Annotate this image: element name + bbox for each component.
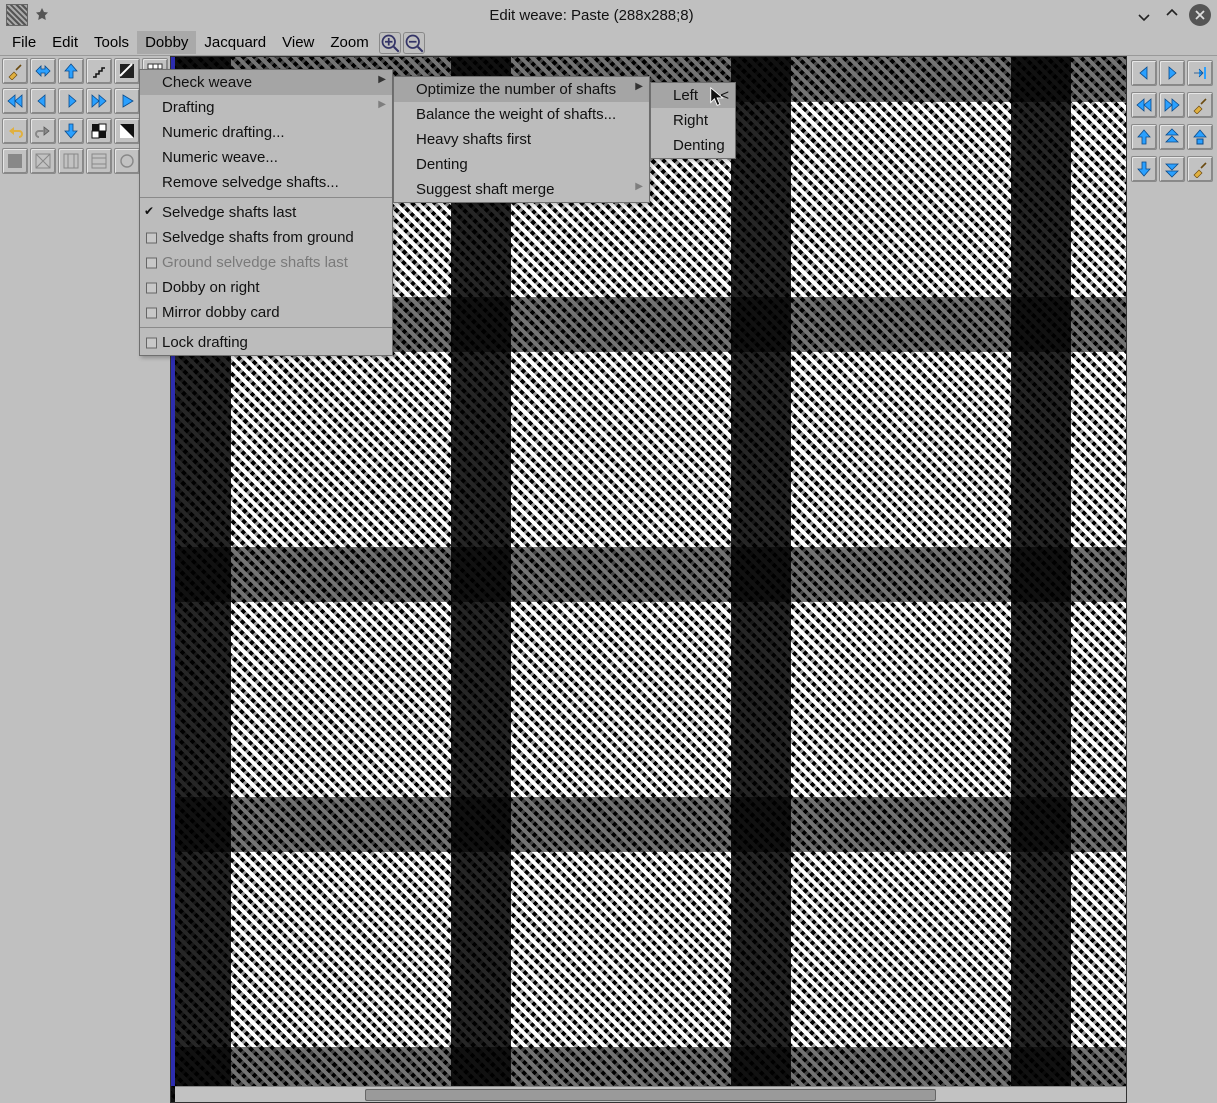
rtool-down[interactable] bbox=[1131, 156, 1157, 182]
dobby-sep-1 bbox=[140, 197, 392, 198]
menubar: File Edit Tools Dobby Jacquard View Zoom bbox=[0, 30, 1217, 56]
optimize-item-left-label: Left bbox=[673, 87, 698, 104]
tool-stairs-pattern[interactable] bbox=[114, 58, 140, 84]
tool-arrow-down[interactable] bbox=[58, 118, 84, 144]
tool-checker[interactable] bbox=[86, 118, 112, 144]
right-toolbar bbox=[1127, 56, 1217, 1103]
rtool-goto[interactable] bbox=[1187, 60, 1213, 86]
menu-edit[interactable]: Edit bbox=[44, 31, 86, 54]
dropdown-dobby: Check weave Drafting Numeric drafting...… bbox=[139, 69, 393, 356]
menu-view[interactable]: View bbox=[274, 31, 322, 54]
rtool-down-double[interactable] bbox=[1159, 156, 1185, 182]
scrollbar-thumb[interactable] bbox=[365, 1089, 936, 1101]
dobby-item-check-weave[interactable]: Check weave bbox=[140, 70, 392, 95]
check-item-optimize[interactable]: Optimize the number of shafts bbox=[394, 77, 649, 102]
pin-icon[interactable] bbox=[34, 7, 50, 23]
rtool-up-double[interactable] bbox=[1159, 124, 1185, 150]
rtool-right[interactable] bbox=[1159, 60, 1185, 86]
dobby-item-remove-selvedge[interactable]: Remove selvedge shafts... bbox=[140, 170, 392, 195]
rtool-up[interactable] bbox=[1131, 124, 1157, 150]
rtool-up-box[interactable] bbox=[1187, 124, 1213, 150]
tool-fast-forward[interactable] bbox=[86, 88, 112, 114]
tool-rewind[interactable] bbox=[2, 88, 28, 114]
dobby-item-ground-selvedge: Ground selvedge shafts last bbox=[140, 250, 392, 275]
close-button[interactable] bbox=[1189, 4, 1211, 26]
dobby-item-drafting[interactable]: Drafting bbox=[140, 95, 392, 120]
dropdown-check-weave: Optimize the number of shafts Balance th… bbox=[393, 76, 650, 203]
tool-step-back[interactable] bbox=[30, 88, 56, 114]
tool-pattern-1[interactable] bbox=[2, 148, 28, 174]
zoom-out-button[interactable] bbox=[403, 32, 425, 54]
dobby-item-numeric-weave[interactable]: Numeric weave... bbox=[140, 145, 392, 170]
dobby-item-selvedge-last[interactable]: Selvedge shafts last bbox=[140, 200, 392, 225]
app-icon bbox=[6, 4, 28, 26]
rtool-broom-2[interactable] bbox=[1187, 156, 1213, 182]
dobby-sep-2 bbox=[140, 327, 392, 328]
rtool-right-double[interactable] bbox=[1159, 92, 1185, 118]
window-title: Edit weave: Paste (288x288;8) bbox=[56, 7, 1127, 24]
tool-pattern-4[interactable] bbox=[86, 148, 112, 174]
rtool-left[interactable] bbox=[1131, 60, 1157, 86]
check-item-merge[interactable]: Suggest shaft merge bbox=[394, 177, 649, 202]
dobby-item-numeric-drafting[interactable]: Numeric drafting... bbox=[140, 120, 392, 145]
tool-step-forward[interactable] bbox=[58, 88, 84, 114]
tool-pattern-5[interactable] bbox=[114, 148, 140, 174]
dobby-item-dobby-right[interactable]: Dobby on right bbox=[140, 275, 392, 300]
menu-zoom[interactable]: Zoom bbox=[322, 31, 376, 54]
menu-file[interactable]: File bbox=[4, 31, 44, 54]
tool-undo[interactable] bbox=[2, 118, 28, 144]
rtool-broom-1[interactable] bbox=[1187, 92, 1213, 118]
menu-dobby[interactable]: Dobby bbox=[137, 31, 196, 54]
check-item-heavy[interactable]: Heavy shafts first bbox=[394, 127, 649, 152]
menu-jacquard[interactable]: Jacquard bbox=[196, 31, 274, 54]
menu-tools[interactable]: Tools bbox=[86, 31, 137, 54]
optimize-item-denting[interactable]: Denting bbox=[651, 133, 735, 158]
tool-pattern-2[interactable] bbox=[30, 148, 56, 174]
rtool-left-double[interactable] bbox=[1131, 92, 1157, 118]
titlebar: Edit weave: Paste (288x288;8) bbox=[0, 0, 1217, 30]
tool-mirror-h[interactable] bbox=[30, 58, 56, 84]
tool-pattern-3[interactable] bbox=[58, 148, 84, 174]
tool-arrow-up[interactable] bbox=[58, 58, 84, 84]
mouse-cursor-icon bbox=[708, 86, 730, 108]
tool-invert[interactable] bbox=[114, 118, 140, 144]
scrollbar-horizontal[interactable] bbox=[175, 1086, 1126, 1102]
check-item-denting[interactable]: Denting bbox=[394, 152, 649, 177]
zoom-in-button[interactable] bbox=[379, 32, 401, 54]
dobby-item-mirror[interactable]: Mirror dobby card bbox=[140, 300, 392, 325]
maximize-button[interactable] bbox=[1161, 4, 1183, 26]
optimize-item-right[interactable]: Right bbox=[651, 108, 735, 133]
dobby-item-selvedge-ground[interactable]: Selvedge shafts from ground bbox=[140, 225, 392, 250]
tool-redo[interactable] bbox=[30, 118, 56, 144]
dobby-item-lock-drafting[interactable]: Lock drafting bbox=[140, 330, 392, 355]
tool-stairs-up[interactable] bbox=[86, 58, 112, 84]
tool-brush[interactable] bbox=[2, 58, 28, 84]
minimize-button[interactable] bbox=[1133, 4, 1155, 26]
tool-play[interactable] bbox=[114, 88, 140, 114]
check-item-balance[interactable]: Balance the weight of shafts... bbox=[394, 102, 649, 127]
